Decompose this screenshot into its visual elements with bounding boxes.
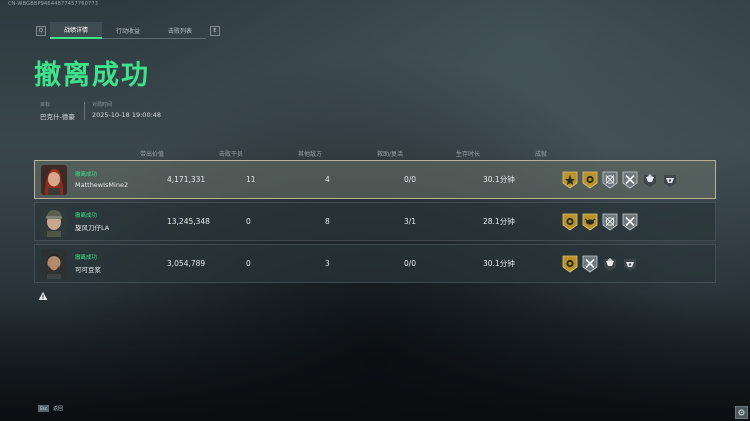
page-title: 撤离成功 <box>34 60 150 91</box>
prev-tab-key[interactable]: Q <box>36 25 46 36</box>
survival-time: 30.1分钟 <box>483 175 515 184</box>
tab-battle-details[interactable]: 战绩详情 <box>50 22 102 39</box>
header-time: 生存时长 <box>456 150 481 158</box>
corner-settings-button[interactable] <box>735 406 748 419</box>
esc-key[interactable]: Esc <box>38 405 49 412</box>
table-header: 带出价值 击败干员 其他敌方 救助/复活 生存时长 成就 <box>34 146 716 160</box>
survival-time: 30.1分钟 <box>483 259 515 268</box>
extract-status: 撤离成功 <box>75 213 98 219</box>
extract-status: 撤离成功 <box>75 172 98 178</box>
target-value: 巴克什-德豪 <box>40 113 75 121</box>
time-value: 2025-10-18 19:00:48 <box>92 111 162 119</box>
player-name: MatthewIsMine2 <box>75 181 129 189</box>
silver-target-badge-icon[interactable] <box>602 213 618 231</box>
carried-value: 4,171,331 <box>167 175 206 184</box>
next-tab-key[interactable]: E <box>210 25 220 36</box>
gold-sun-badge-icon[interactable] <box>562 213 578 231</box>
target-label: 目标 <box>40 102 51 108</box>
results-table: 带出价值 击败干员 其他敌方 救助/复活 生存时长 成就 撤离成功 Matthe… <box>34 146 716 286</box>
avatar <box>41 206 67 237</box>
table-row[interactable]: 撤离成功 MatthewIsMine2 4,171,331 11 4 0/0 3… <box>34 160 716 199</box>
achievements <box>562 255 638 273</box>
warning-icon[interactable] <box>38 291 48 301</box>
achievements <box>562 171 678 189</box>
tab-defeat-list[interactable]: 击败列表 <box>154 23 206 39</box>
avatar <box>41 164 67 195</box>
player-info: 撤离成功 可可豆浆 <box>75 253 167 274</box>
header-value: 带出价值 <box>140 150 165 158</box>
avatar <box>41 248 67 279</box>
gold-sun-badge-icon[interactable] <box>562 255 578 273</box>
header-assist: 救助/复活 <box>377 150 404 158</box>
operator-kills: 0 <box>246 259 251 268</box>
gold-sun-badge-icon[interactable] <box>582 171 598 189</box>
table-row[interactable]: 撤离成功 可可豆浆 3,054,789 0 3 0/0 30.1分钟 <box>34 244 716 283</box>
player-name: 可可豆浆 <box>75 266 101 274</box>
silver-crossed-badge-icon[interactable] <box>582 255 598 273</box>
rescue-revive: 0/0 <box>404 259 417 268</box>
silver-crossed-badge-icon[interactable] <box>622 213 638 231</box>
table-row[interactable]: 撤离成功 旋风刀仔LA 13,245,348 0 8 3/1 28.1分钟 <box>34 202 716 241</box>
tab-action-income[interactable]: 行动收益 <box>102 23 154 39</box>
background-shade <box>0 291 750 421</box>
extract-status: 撤离成功 <box>75 255 98 261</box>
survival-time: 28.1分钟 <box>483 217 515 226</box>
other-enemies: 3 <box>325 259 330 268</box>
achievements <box>562 213 638 231</box>
player-info: 撤离成功 MatthewIsMine2 <box>75 170 167 189</box>
silver-shield-badge-icon[interactable] <box>662 171 678 189</box>
gold-star-badge-icon[interactable] <box>562 171 578 189</box>
back-control[interactable]: Esc 返回 <box>38 405 63 412</box>
carried-value: 13,245,348 <box>167 217 210 226</box>
silver-target-badge-icon[interactable] <box>602 171 618 189</box>
operator-kills: 0 <box>246 217 251 226</box>
operator-kills: 11 <box>246 175 256 184</box>
player-name: 旋风刀仔LA <box>75 224 110 232</box>
silver-shield-badge-icon[interactable] <box>622 255 638 273</box>
rescue-revive: 0/0 <box>404 175 417 184</box>
settings-icon <box>738 409 745 416</box>
tab-bar: Q 战绩详情 行动收益 击败列表 E <box>32 22 224 39</box>
header-kills: 击败干员 <box>219 150 244 158</box>
carried-value: 3,054,789 <box>167 259 206 268</box>
silver-gem-badge-icon[interactable] <box>602 255 618 273</box>
header-achievements: 成就 <box>535 150 548 158</box>
info-divider <box>84 102 85 120</box>
player-info: 撤离成功 旋风刀仔LA <box>75 211 167 232</box>
match-id: CN-WBGBBP94644877457760773 <box>8 1 99 7</box>
time-label: 对局时间 <box>92 102 113 108</box>
back-label: 返回 <box>53 406 64 412</box>
rescue-revive: 3/1 <box>404 217 417 226</box>
other-enemies: 8 <box>325 217 330 226</box>
time-info: 对局时间 2025-10-18 19:00:48 <box>92 101 161 119</box>
silver-crossed-badge-icon[interactable] <box>622 171 638 189</box>
other-enemies: 4 <box>325 175 330 184</box>
target-info: 目标 巴克什-德豪 <box>40 101 75 121</box>
header-other: 其他敌方 <box>298 150 323 158</box>
gold-crab-badge-icon[interactable] <box>582 213 598 231</box>
silver-gem-badge-icon[interactable] <box>642 171 658 189</box>
